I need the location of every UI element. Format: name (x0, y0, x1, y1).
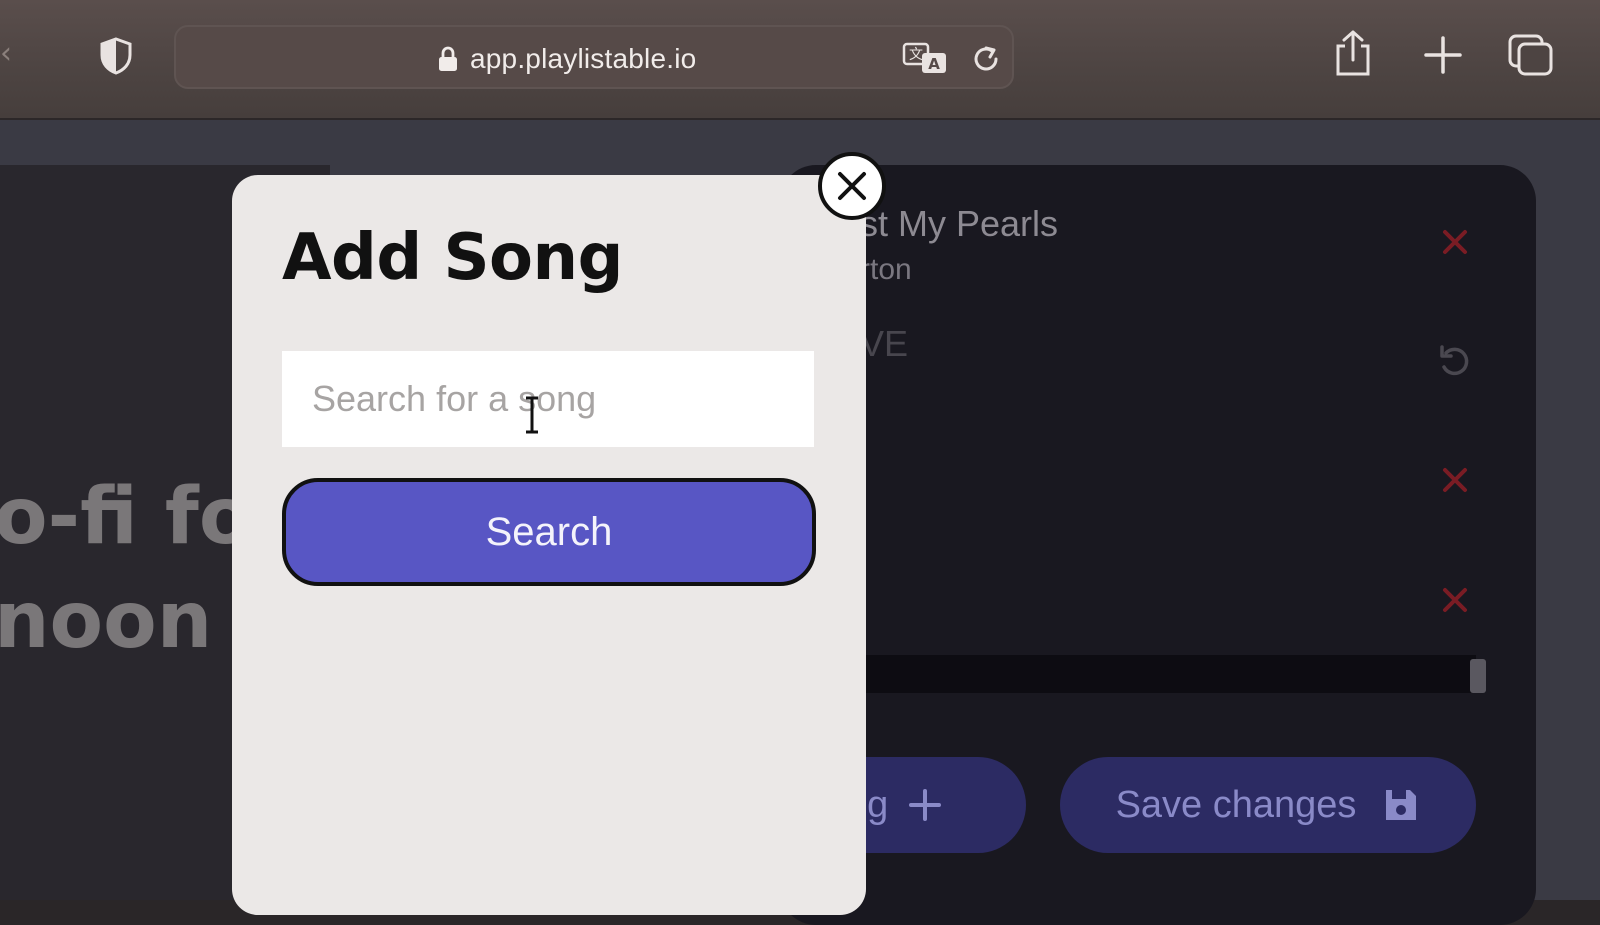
song-search-input[interactable] (282, 351, 814, 447)
delete-icon[interactable] (1440, 465, 1470, 495)
svg-text:A: A (928, 55, 940, 73)
horizontal-scrollbar[interactable] (860, 655, 1476, 693)
close-modal-button[interactable] (818, 152, 886, 220)
address-bar[interactable]: app.playlistable.io 文 A (174, 25, 1014, 89)
browser-toolbar: ‹ app.playlistable.io 文 A (0, 0, 1600, 120)
playlist-title: o-fi fo noon (0, 472, 253, 666)
add-song-modal: Add Song Search (232, 175, 866, 915)
floppy-disk-icon (1386, 790, 1417, 820)
shield-icon[interactable] (98, 36, 134, 76)
save-changes-label: Save changes (1115, 783, 1357, 826)
search-button[interactable]: Search (282, 478, 816, 586)
plus-icon[interactable] (1418, 28, 1468, 80)
reload-icon[interactable] (969, 41, 1003, 77)
modal-title: Add Song (282, 221, 623, 295)
delete-icon[interactable] (1440, 585, 1470, 615)
removed-song-title: VE (860, 323, 909, 364)
tabs-overview-icon[interactable] (1506, 28, 1556, 80)
save-changes-button[interactable]: Save changes (1060, 757, 1476, 853)
svg-text:文: 文 (909, 47, 923, 63)
plus-icon (909, 789, 942, 821)
web-page: o-fi fo noon st My Pearls rton VE ng Sav… (0, 120, 1600, 925)
undo-icon[interactable] (1436, 341, 1476, 381)
close-icon (838, 172, 866, 200)
translate-icon[interactable]: 文 A (902, 41, 950, 77)
share-icon[interactable] (1328, 28, 1378, 80)
playlist-songs-panel: st My Pearls rton VE ng Save changes (530, 165, 1536, 925)
url-text: app.playlistable.io (470, 43, 697, 74)
song-title: st My Pearls (860, 203, 1059, 244)
song-artist: rton (860, 253, 912, 286)
chevron-left-icon[interactable]: ‹ (0, 36, 20, 72)
scrollbar-thumb[interactable] (1470, 659, 1486, 693)
lock-icon (439, 46, 457, 71)
delete-icon[interactable] (1440, 227, 1470, 257)
